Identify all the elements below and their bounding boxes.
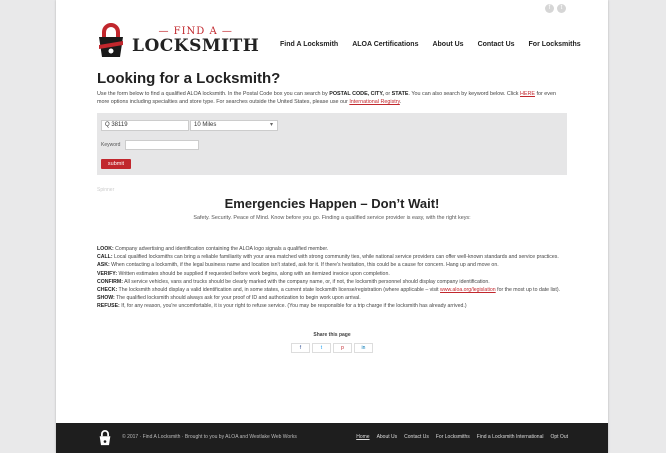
- international-registry-link[interactable]: International Registry: [349, 99, 400, 105]
- list-item: CHECK: The locksmith should display a va…: [97, 287, 560, 294]
- search-form: Q 38119 10 Miles ▾ Keyword submit: [97, 113, 567, 175]
- site-footer: © 2017 · Find A Locksmith · Brought to y…: [56, 423, 608, 453]
- footer-link-home[interactable]: Home: [356, 434, 369, 440]
- list-item: CONFIRM: All service vehicles, vans and …: [97, 278, 490, 285]
- top-bar: f t: [56, 0, 608, 16]
- list-item: LOOK: Company advertising and identifica…: [97, 246, 329, 252]
- nav-about-us[interactable]: About Us: [432, 41, 463, 48]
- spinner-label: Spinner: [97, 187, 115, 193]
- nav-aloa-certifications[interactable]: ALOA Certifications: [352, 41, 418, 48]
- site-logo[interactable]: — FIND A — LOCKSMITH: [96, 23, 259, 59]
- page-title: Looking for a Locksmith?: [97, 70, 281, 87]
- emergency-tagline: Safety. Security. Peace of Mind. Know be…: [193, 215, 471, 221]
- list-item: REFUSE: If, for any reason, you're uncom…: [97, 303, 467, 310]
- logo-locksmith-text: LOCKSMITH: [132, 36, 260, 56]
- footer-link-for-locksmiths[interactable]: For Locksmiths: [436, 434, 470, 440]
- facebook-icon[interactable]: f: [545, 4, 554, 13]
- list-item: SHOW: The qualified locksmith should alw…: [97, 295, 361, 302]
- social-links: f t: [545, 4, 566, 13]
- chevron-down-icon: ▾: [269, 122, 273, 128]
- radius-select[interactable]: 10 Miles ▾: [190, 120, 278, 131]
- footer-logo-icon[interactable]: [98, 430, 112, 446]
- nav-for-locksmiths[interactable]: For Locksmiths: [529, 41, 581, 48]
- share-buttons: f t p in: [97, 342, 567, 353]
- emergency-headline: Emergencies Happen – Don’t Wait!: [224, 196, 440, 211]
- keyword-label: Keyword: [101, 142, 121, 148]
- list-item: ASK: When contacting a locksmith, if the…: [97, 262, 499, 269]
- pinterest-share-icon[interactable]: p: [333, 342, 352, 353]
- site-header: — FIND A — LOCKSMITH Find A Locksmith AL…: [56, 16, 608, 66]
- nav-find-a-locksmith[interactable]: Find A Locksmith: [280, 41, 338, 48]
- nav-contact-us[interactable]: Contact Us: [478, 41, 515, 48]
- postal-code-input[interactable]: Q 38119: [101, 120, 189, 131]
- twitter-icon[interactable]: t: [557, 4, 566, 13]
- main-nav: Find A Locksmith ALOA Certifications Abo…: [280, 41, 581, 48]
- footer-link-about-us[interactable]: About Us: [377, 434, 398, 440]
- here-link[interactable]: HERE: [520, 91, 535, 97]
- footer-link-contact-us[interactable]: Contact Us: [404, 434, 429, 440]
- footer-nav: Home About Us Contact Us For Locksmiths …: [356, 434, 568, 440]
- keyword-input[interactable]: [125, 140, 199, 150]
- main-content: Looking for a Locksmith? Use the form be…: [56, 70, 608, 353]
- padlock-logo-icon: [96, 23, 126, 59]
- twitter-share-icon[interactable]: t: [312, 342, 331, 353]
- legislation-link[interactable]: www.aloa.org/legislation: [440, 287, 496, 293]
- tips-list: LOOK: Company advertising and identifica…: [97, 245, 567, 311]
- page-frame: f t — FIND A — LOCKSMITH Find A Locksmit…: [56, 0, 608, 453]
- linkedin-share-icon[interactable]: in: [354, 342, 373, 353]
- copyright-text: © 2017 · Find A Locksmith · Brought to y…: [122, 434, 297, 440]
- intro-text: Use the form below to find a qualified A…: [97, 91, 556, 105]
- footer-link-international[interactable]: Find a Locksmith International: [477, 434, 544, 440]
- list-item: CALL: Local qualified locksmiths can bri…: [97, 254, 559, 261]
- submit-button[interactable]: submit: [101, 159, 131, 169]
- footer-link-opt-out[interactable]: Opt Out: [550, 434, 568, 440]
- share-title: Share this page: [313, 331, 351, 338]
- facebook-share-icon[interactable]: f: [291, 342, 310, 353]
- share-section: Share this page f t p in: [97, 332, 567, 353]
- list-item: VERIFY: Written estimates should be supp…: [97, 270, 390, 277]
